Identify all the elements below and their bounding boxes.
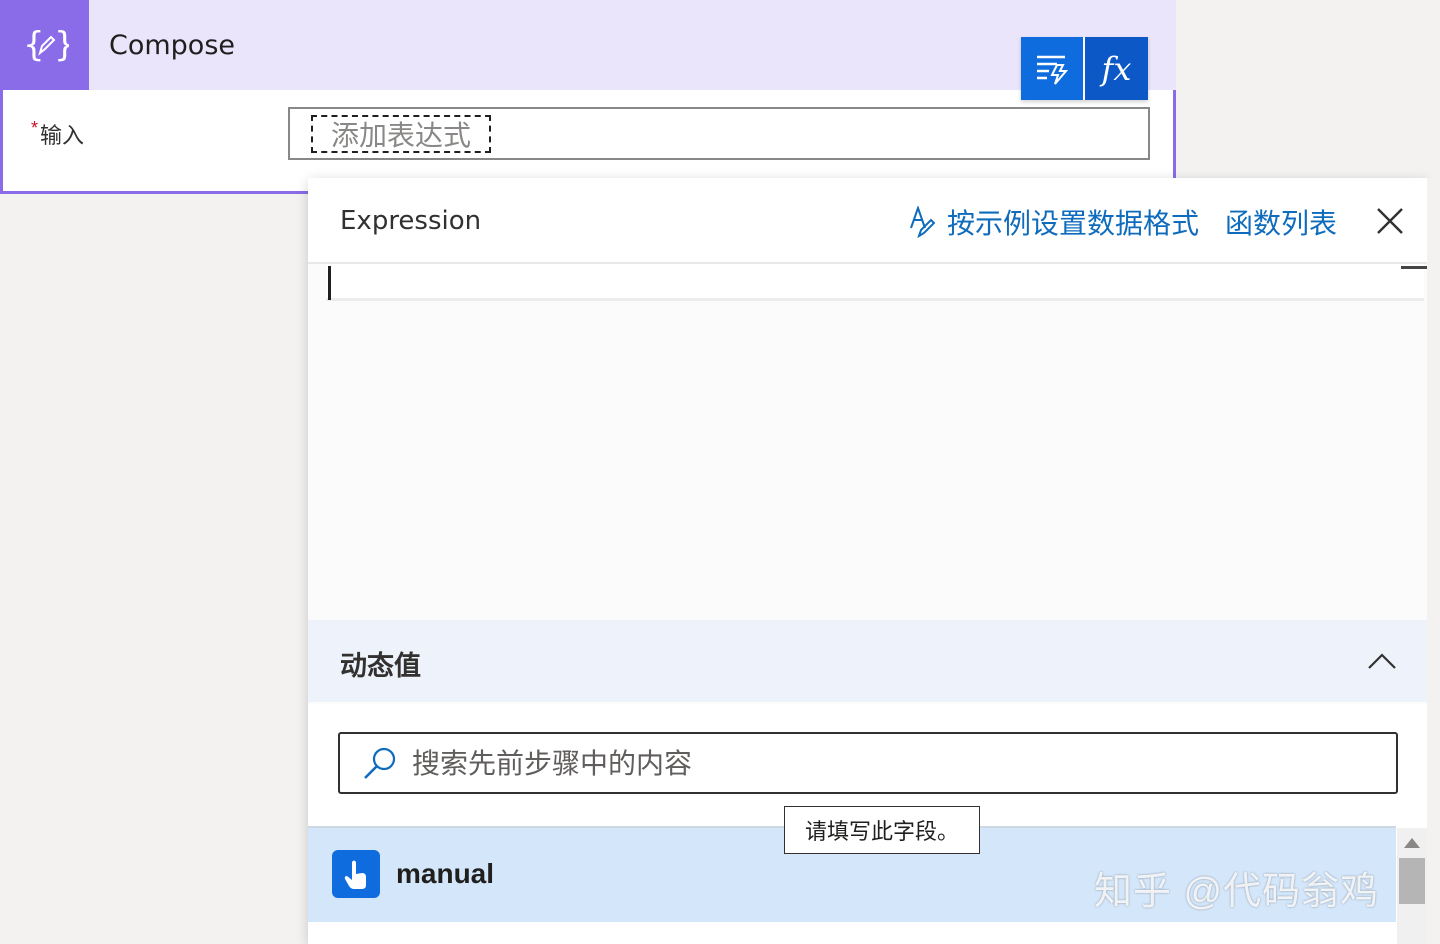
chevron-up-icon[interactable] (1367, 646, 1397, 676)
watermark: 知乎 @代码翁鸡 (1094, 871, 1380, 913)
close-panel-button[interactable] (1375, 206, 1405, 236)
format-by-example-label: 按示例设置数据格式 (946, 208, 1199, 239)
input-label-text: 输入 (40, 123, 85, 148)
page-background-strip (1427, 178, 1440, 944)
dynamic-content-button[interactable] (1021, 37, 1085, 100)
search-input[interactable] (410, 744, 1374, 784)
touch-trigger-icon (332, 850, 380, 898)
format-by-example-icon (910, 206, 935, 238)
compose-header[interactable]: { } Compose (3, 0, 1176, 90)
compose-icon: { } (3, 0, 89, 90)
dynamic-content-search[interactable] (338, 732, 1398, 794)
search-icon (364, 747, 396, 779)
svg-text:}: } (54, 25, 69, 65)
text-cursor (328, 266, 331, 300)
function-list-link[interactable]: 函数列表 (1225, 202, 1337, 242)
manual-item-label: manual (396, 858, 495, 889)
list-scrollbar[interactable] (1397, 828, 1427, 944)
compose-title: Compose (109, 30, 236, 61)
validation-tooltip: 请填写此字段。 (784, 806, 980, 854)
expression-button[interactable]: fx (1085, 37, 1148, 100)
dynamic-content-title: 动态值 (340, 651, 421, 681)
required-mark: * (31, 118, 39, 138)
scroll-up-arrow[interactable] (1404, 838, 1420, 848)
svg-text:{: { (23, 25, 45, 65)
expression-input-line[interactable] (326, 264, 1424, 301)
compose-card: { } Compose *输入 添加表达式 (0, 0, 1176, 194)
editor-scroll-marker (1401, 266, 1427, 269)
dynamic-content-icon (1037, 55, 1069, 85)
panel-title: Expression (340, 206, 482, 236)
insert-toolbar: fx (1021, 37, 1148, 100)
dynamic-content-header[interactable]: 动态值 (308, 620, 1427, 702)
close-icon (1377, 208, 1403, 234)
panel-links: 按示例设置数据格式 函数列表 (909, 202, 1337, 242)
compose-input-field[interactable]: 添加表达式 (288, 107, 1150, 160)
scroll-thumb[interactable] (1399, 858, 1425, 904)
format-by-example-link[interactable]: 按示例设置数据格式 (909, 202, 1199, 242)
add-expression-token[interactable]: 添加表达式 (311, 115, 491, 153)
panel-caret (378, 160, 418, 180)
input-field-label: *输入 (31, 118, 84, 150)
